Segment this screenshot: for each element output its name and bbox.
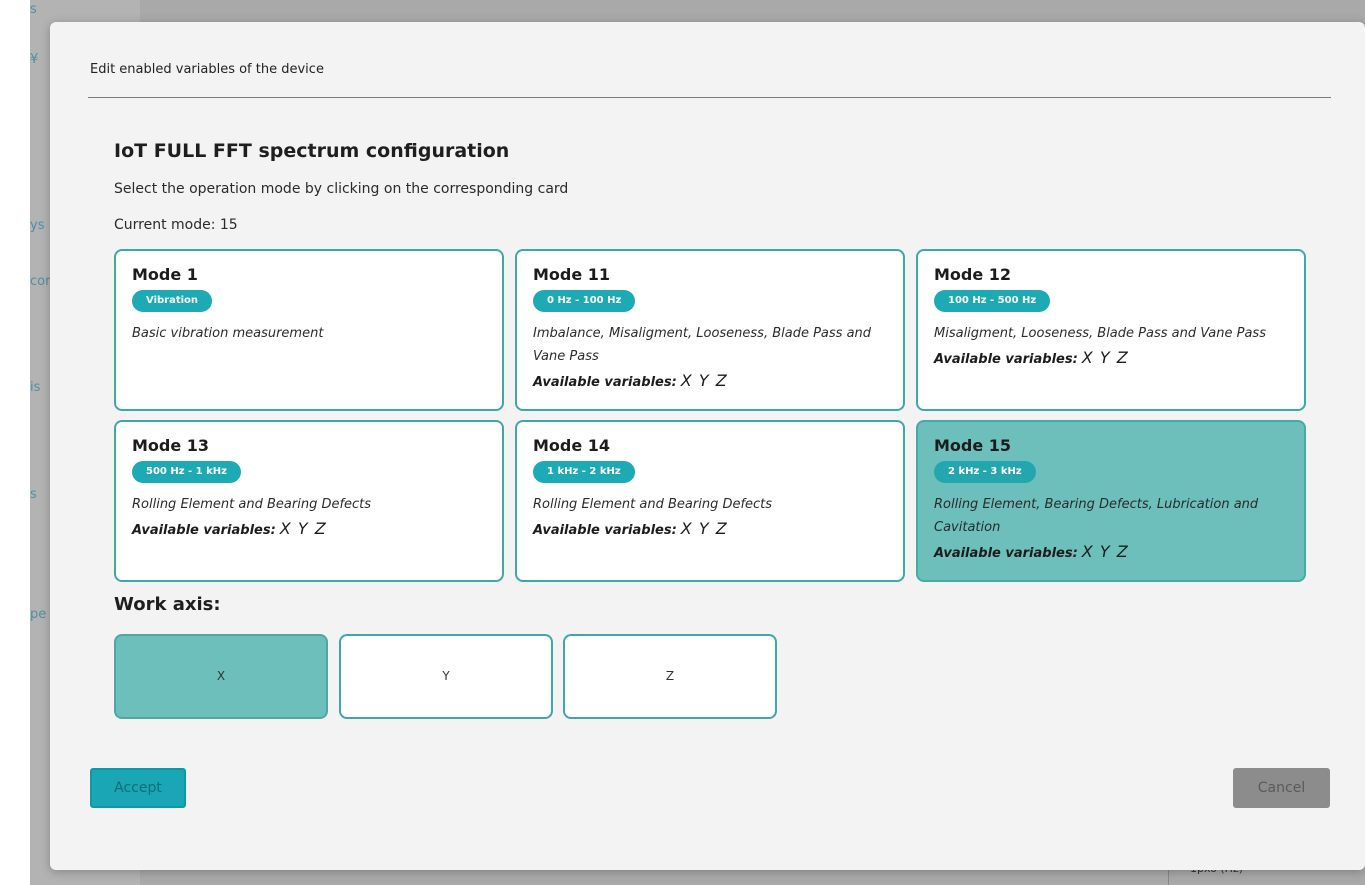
available-variables-axes: X Y Z xyxy=(1081,542,1129,561)
background-sidebar-fragment: is xyxy=(30,380,41,395)
mode-card-title: Mode 15 xyxy=(934,436,1012,455)
available-variables-label: Available variables: xyxy=(132,523,276,538)
mode-card-13[interactable]: Mode 13 500 Hz - 1 kHz Rolling Element a… xyxy=(114,420,504,582)
modal-divider xyxy=(88,97,1331,98)
available-variables-label: Available variables: xyxy=(934,352,1078,367)
available-variables-axes: X Y Z xyxy=(680,371,728,390)
mode-card-12[interactable]: Mode 12 100 Hz - 500 Hz Misaligment, Loo… xyxy=(916,249,1306,411)
background-divider xyxy=(1168,870,1169,885)
mode-card-title: Mode 14 xyxy=(533,436,611,455)
frequency-badge: 1 kHz - 2 kHz xyxy=(533,461,635,483)
modal-title: Edit enabled variables of the device xyxy=(90,62,324,77)
axis-x-button[interactable]: X xyxy=(114,634,328,719)
available-variables-axes: X Y Z xyxy=(1081,348,1129,367)
axis-y-button[interactable]: Y xyxy=(339,634,553,719)
available-variables-label: Available variables: xyxy=(533,375,677,390)
background-sidebar-fragment: pe xyxy=(30,607,47,622)
available-variables-label: Available variables: xyxy=(533,523,677,538)
available-variables-axes: X Y Z xyxy=(680,519,728,538)
frequency-badge: 500 Hz - 1 kHz xyxy=(132,461,241,483)
mode-description-text: Rolling Element, Bearing Defects, Lubric… xyxy=(934,497,1259,535)
frequency-badge: 0 Hz - 100 Hz xyxy=(533,290,636,312)
accept-button[interactable]: Accept xyxy=(90,768,186,808)
mode-card-title: Mode 1 xyxy=(132,265,198,284)
mode-description: Basic vibration measurement xyxy=(132,322,492,345)
mode-description-text: Rolling Element and Bearing Defects xyxy=(533,497,773,512)
mode-card-14[interactable]: Mode 14 1 kHz - 2 kHz Rolling Element an… xyxy=(515,420,905,582)
mode-card-title: Mode 12 xyxy=(934,265,1012,284)
mode-description: Rolling Element and Bearing Defects Avai… xyxy=(132,493,492,543)
background-sidebar-fragment: s xyxy=(30,2,37,17)
current-mode-text: Current mode: 15 xyxy=(114,217,238,233)
background-sidebar-fragment: ¥ xyxy=(30,52,39,67)
mode-description-text: Rolling Element and Bearing Defects xyxy=(132,497,372,512)
frequency-badge: 2 kHz - 3 kHz xyxy=(934,461,1036,483)
mode-card-15[interactable]: Mode 15 2 kHz - 3 kHz Rolling Element, B… xyxy=(916,420,1306,582)
mode-description: Imbalance, Misaligment, Looseness, Blade… xyxy=(533,322,893,395)
available-variables: Available variables: X Y Z xyxy=(533,368,893,395)
mode-card-1[interactable]: Mode 1 Vibration Basic vibration measure… xyxy=(114,249,504,411)
mode-card-11[interactable]: Mode 11 0 Hz - 100 Hz Imbalance, Misalig… xyxy=(515,249,905,411)
available-variables: Available variables: X Y Z xyxy=(533,516,893,543)
frequency-badge: 100 Hz - 500 Hz xyxy=(934,290,1051,312)
edit-variables-modal: Edit enabled variables of the device IoT… xyxy=(50,22,1365,870)
background-sidebar-fragment: ys xyxy=(30,218,45,233)
work-axis-label: Work axis: xyxy=(114,594,221,615)
mode-description: Misaligment, Looseness, Blade Pass and V… xyxy=(934,322,1294,372)
section-title: IoT FULL FFT spectrum configuration xyxy=(114,140,510,162)
mode-description-text: Misaligment, Looseness, Blade Pass and V… xyxy=(934,326,1266,341)
available-variables: Available variables: X Y Z xyxy=(934,539,1294,566)
mode-description-text: Basic vibration measurement xyxy=(132,326,324,341)
available-variables: Available variables: X Y Z xyxy=(934,345,1294,372)
frequency-badge: Vibration xyxy=(132,290,213,312)
available-variables-label: Available variables: xyxy=(934,546,1078,561)
available-variables-axes: X Y Z xyxy=(279,519,327,538)
mode-description: Rolling Element and Bearing Defects Avai… xyxy=(533,493,893,543)
available-variables: Available variables: X Y Z xyxy=(132,516,492,543)
background-sidebar-fragment: s xyxy=(30,487,37,502)
mode-card-title: Mode 11 xyxy=(533,265,611,284)
instruction-text: Select the operation mode by clicking on… xyxy=(114,181,569,197)
background-sidebar-fragment: cor xyxy=(30,274,51,289)
axis-z-button[interactable]: Z xyxy=(563,634,777,719)
mode-card-title: Mode 13 xyxy=(132,436,210,455)
cancel-button[interactable]: Cancel xyxy=(1233,768,1330,808)
mode-description-text: Imbalance, Misaligment, Looseness, Blade… xyxy=(533,326,872,364)
mode-description: Rolling Element, Bearing Defects, Lubric… xyxy=(934,493,1294,566)
